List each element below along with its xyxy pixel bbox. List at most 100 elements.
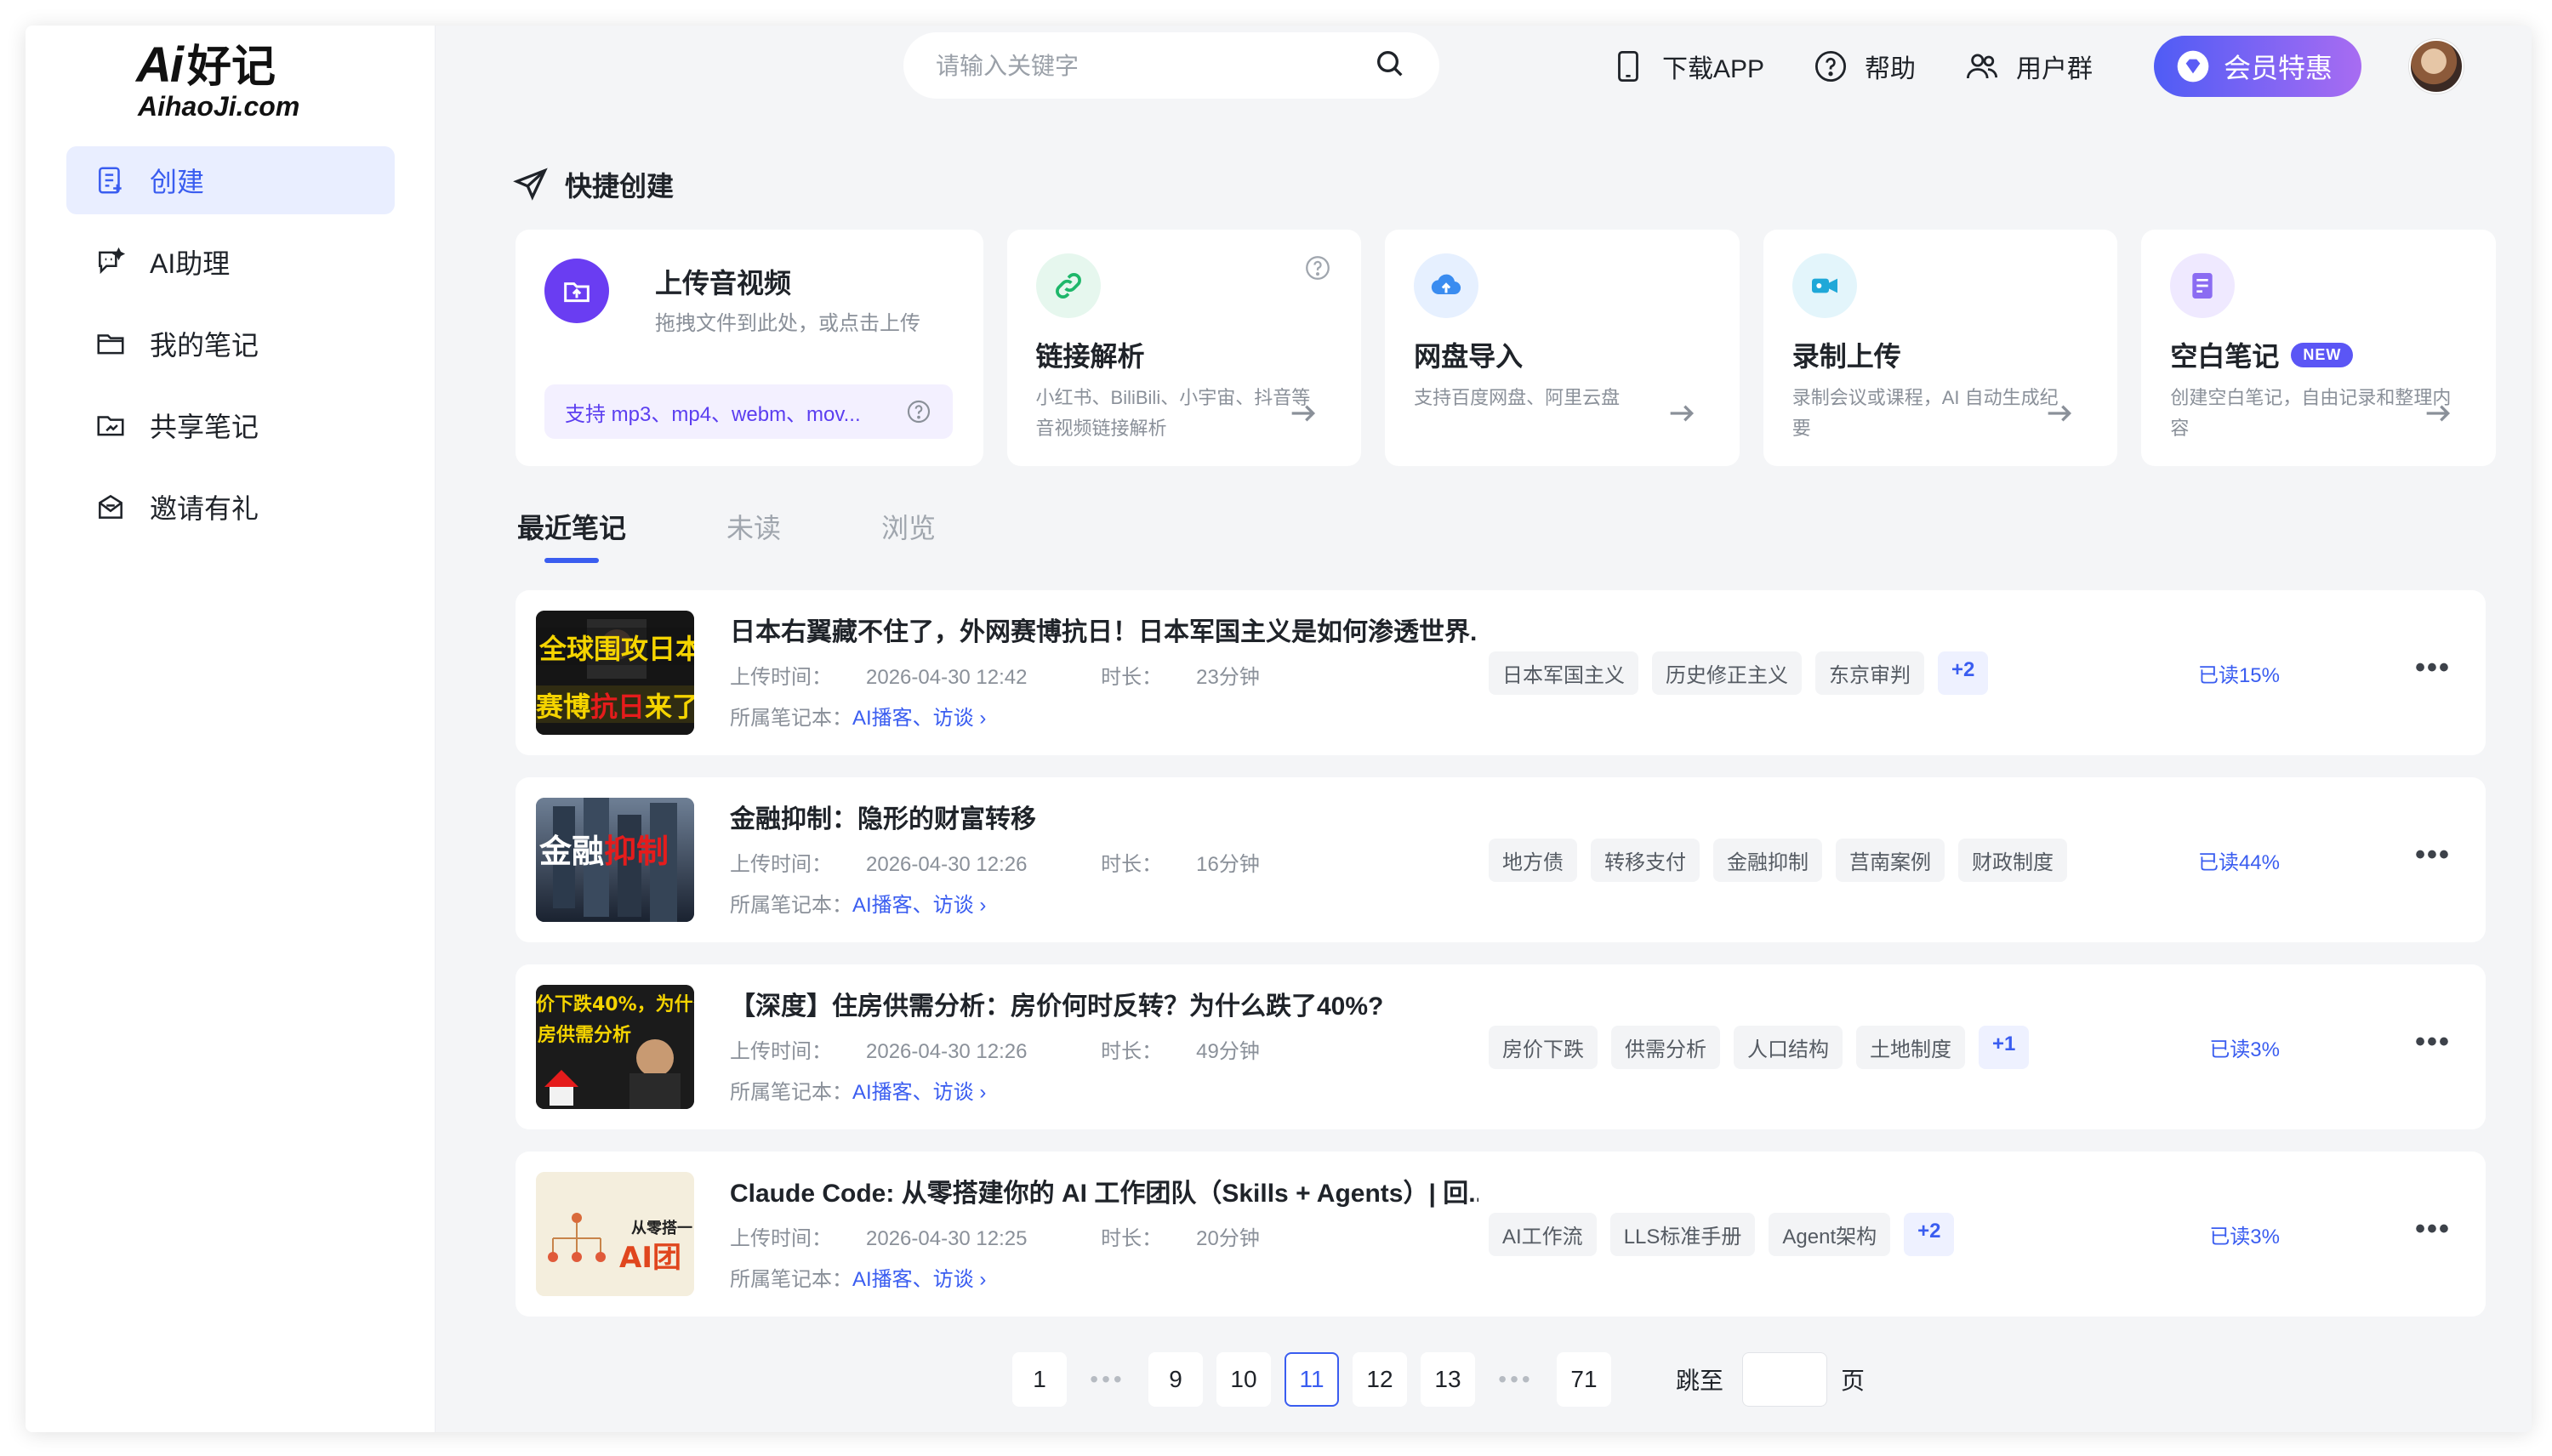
note-title[interactable]: 【深度】住房供需分析：房价何时反转？为什么跌了40%? <box>730 985 1383 1022</box>
tag[interactable]: 转移支付 <box>1591 839 1700 882</box>
card-desc: 录制会议或课程，AI 自动生成纪要 <box>1792 387 2059 439</box>
tab-unread[interactable]: 未读 <box>726 507 781 563</box>
search-icon[interactable] <box>1373 47 1407 85</box>
tag-more[interactable]: +2 <box>1938 651 1989 695</box>
blank-note-card[interactable]: 空白笔记 NEW 创建空白笔记，自由记录和整理内容 <box>2141 230 2496 466</box>
user-group-button[interactable]: 用户群 <box>1963 48 2093 85</box>
more-options-button[interactable]: ••• <box>2407 1213 2458 1247</box>
tag[interactable]: 历史修正主义 <box>1652 651 1802 695</box>
help-circle-icon[interactable] <box>905 398 932 425</box>
page-ellipsis[interactable]: ••• <box>1489 1352 1543 1407</box>
more-options-button[interactable]: ••• <box>2407 1026 2458 1060</box>
arrow-right-icon <box>1291 405 1316 422</box>
tab-browsed[interactable]: 浏览 <box>881 507 936 563</box>
note-title[interactable]: Claude Code: 从零搭建你的 AI 工作团队（Skills + Age… <box>730 1172 1478 1209</box>
help-circle-icon[interactable] <box>1303 253 1332 282</box>
search-bar[interactable] <box>903 32 1439 99</box>
supported-formats: 支持 mp3、mp4、webm、mov... <box>544 384 953 439</box>
note-meta: 上传时间： 2026-04-30 12:26 时长： 49分钟 <box>730 1034 1328 1064</box>
sidebar-item-label: 共享笔记 <box>150 412 259 442</box>
arrow-right-icon <box>1670 405 1694 422</box>
note-thumbnail: 价下跌40%，为什么 房供需分析 <box>536 985 694 1109</box>
note-title[interactable]: 金融抑制：隐形的财富转移 <box>730 798 1036 835</box>
upload-time-label: 上传时间： <box>730 666 832 689</box>
sidebar-item-label: 创建 <box>150 167 205 197</box>
search-input[interactable] <box>936 51 1373 80</box>
page-button[interactable]: 71 <box>1557 1352 1611 1407</box>
upload-time: 2026-04-30 12:25 <box>866 1227 1028 1250</box>
notebook-link[interactable]: AI播客、访谈 › <box>852 894 986 917</box>
page-button-current[interactable]: 11 <box>1285 1352 1339 1407</box>
logo[interactable]: Ai 好记 AihaoJi.com <box>136 31 357 122</box>
tab-recent[interactable]: 最近笔记 <box>517 507 626 563</box>
note-title[interactable]: 日本右翼藏不住了，外网赛博抗日！日本军国主义是如何渗透世界... <box>730 611 1478 648</box>
notebook-link[interactable]: AI播客、访谈 › <box>852 1081 986 1104</box>
tag[interactable]: LLS标准手册 <box>1609 1213 1756 1256</box>
tag[interactable]: 人口结构 <box>1734 1026 1843 1069</box>
svg-text:赛博抗日来了: 赛博抗日来了 <box>536 691 694 723</box>
upload-desc: 拖拽文件到此处，或点击上传 <box>655 312 920 335</box>
sidebar-item-create[interactable]: 创建 <box>66 146 395 214</box>
help-button[interactable]: 帮助 <box>1812 48 1916 85</box>
sidebar-item-ai-assistant[interactable]: AI助理 <box>66 228 395 296</box>
page-ellipsis[interactable]: ••• <box>1080 1352 1135 1407</box>
list-item[interactable]: 金融抑制 金融抑制：隐形的财富转移 上传时间： 2026-04-30 12:26 … <box>516 777 2486 942</box>
link-parse-card[interactable]: 链接解析 小红书、BiliBili、小宇宙、抖音等音视频链接解析 <box>1006 230 1362 466</box>
tag[interactable]: 房价下跌 <box>1489 1026 1598 1069</box>
avatar[interactable] <box>2409 39 2464 94</box>
upload-time: 2026-04-30 12:26 <box>866 1040 1028 1063</box>
vip-offer-button[interactable]: 会员特惠 <box>2153 36 2361 97</box>
sidebar: Ai 好记 AihaoJi.com 创建 AI助理 我的笔记 共享笔记 邀请有礼 <box>26 26 436 1432</box>
invite-mail-icon <box>94 490 128 524</box>
tag-more[interactable]: +2 <box>1904 1213 1955 1256</box>
notebook-label: 所属笔记本： <box>730 707 852 730</box>
page-button[interactable]: 10 <box>1216 1352 1271 1407</box>
arrow-right-icon <box>2426 405 2450 422</box>
page-button[interactable]: 1 <box>1012 1352 1067 1407</box>
tag[interactable]: 土地制度 <box>1856 1026 1965 1069</box>
tag[interactable]: 东京审判 <box>1815 651 1924 695</box>
upload-title: 上传音视频 <box>655 268 792 299</box>
page-button[interactable]: 12 <box>1353 1352 1407 1407</box>
duration: 16分钟 <box>1196 853 1260 876</box>
list-item[interactable]: 全球围攻日本 赛博抗日来了 日本右翼藏不住了，外网赛博抗日！日本军国主义是如何渗… <box>516 590 2486 755</box>
more-options-button[interactable]: ••• <box>2407 651 2458 685</box>
sidebar-item-invite[interactable]: 邀请有礼 <box>66 473 395 541</box>
upload-av-card[interactable]: 上传音视频 拖拽文件到此处，或点击上传 支持 mp3、mp4、webm、mov.… <box>516 230 983 466</box>
app-window: Ai 好记 AihaoJi.com 创建 AI助理 我的笔记 共享笔记 邀请有礼… <box>26 26 2532 1432</box>
quick-create-title: 快捷创建 <box>565 171 675 202</box>
tag[interactable]: AI工作流 <box>1489 1213 1597 1256</box>
record-upload-card[interactable]: 录制上传 录制会议或课程，AI 自动生成纪要 <box>1763 230 2118 466</box>
sidebar-item-my-notes[interactable]: 我的笔记 <box>66 310 395 378</box>
duration: 20分钟 <box>1196 1227 1260 1250</box>
page-button[interactable]: 13 <box>1421 1352 1475 1407</box>
arrow-right-icon <box>2048 405 2072 422</box>
cloud-import-card[interactable]: 网盘导入 支持百度网盘、阿里云盘 <box>1385 230 1740 466</box>
sidebar-item-label: AI助理 <box>150 248 231 279</box>
note-notebook: 所属笔记本：AI播客、访谈 › <box>730 701 986 731</box>
tag-more[interactable]: +1 <box>1979 1026 2030 1069</box>
tag[interactable]: 金融抑制 <box>1713 839 1822 882</box>
phone-icon <box>1609 48 1647 85</box>
notebook-link[interactable]: AI播客、访谈 › <box>852 1268 986 1291</box>
blank-note-icon <box>2170 253 2236 318</box>
notebook-link[interactable]: AI播客、访谈 › <box>852 707 986 730</box>
tag[interactable]: 莒南案例 <box>1836 839 1945 882</box>
read-progress: 已读15% <box>2197 664 2280 687</box>
tag[interactable]: 日本军国主义 <box>1489 651 1638 695</box>
tag[interactable]: 财政制度 <box>1958 839 2067 882</box>
page-jump: 跳至 页 <box>1676 1352 1865 1407</box>
list-item[interactable]: 价下跌40%，为什么 房供需分析 【深度】住房供需分析：房价何时反转？为什么跌了… <box>516 964 2486 1129</box>
more-options-button[interactable]: ••• <box>2407 839 2458 873</box>
tag[interactable]: 供需分析 <box>1611 1026 1720 1069</box>
list-item[interactable]: 从零搭一 AI团 Claude Code: 从零搭建你的 AI 工作团队（Ski… <box>516 1152 2486 1317</box>
page-jump-input[interactable] <box>1742 1352 1828 1407</box>
video-camera-icon <box>1792 253 1857 318</box>
sidebar-item-shared-notes[interactable]: 共享笔记 <box>66 391 395 459</box>
pagination: 1 ••• 9 10 11 12 13 ••• 71 跳至 页 <box>1012 1352 1865 1407</box>
tag[interactable]: Agent架构 <box>1769 1213 1891 1256</box>
page-button[interactable]: 9 <box>1148 1352 1203 1407</box>
download-app-button[interactable]: 下载APP <box>1609 48 1764 85</box>
supported-formats-text: 支持 mp3、mp4、webm、mov... <box>565 402 861 426</box>
tag[interactable]: 地方债 <box>1489 839 1577 882</box>
